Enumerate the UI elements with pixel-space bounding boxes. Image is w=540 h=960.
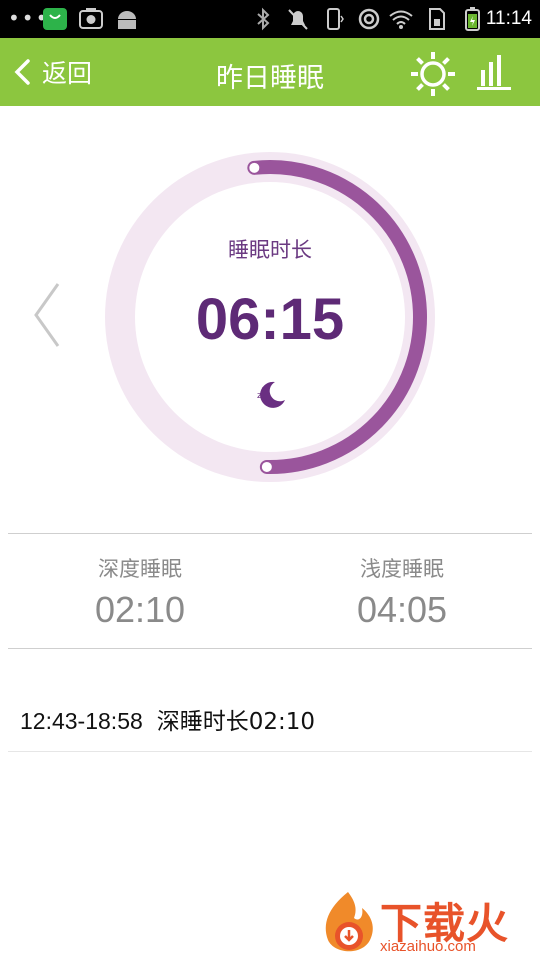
divider (8, 751, 532, 752)
watermark-site: xiazaihuo.com (380, 938, 476, 955)
status-bar: ••• 11:14 (0, 0, 540, 38)
vibrate-icon (322, 7, 348, 31)
arc-start-dot (249, 162, 260, 173)
record-deep-duration: 深睡时长02:10 (156, 709, 316, 735)
divider (8, 648, 532, 649)
sleep-ring: 睡眠时长 06:15 z z (100, 150, 440, 490)
watermark-logo: 下载火 xiazaihuo.com (318, 888, 538, 960)
screenshot-icon (78, 7, 104, 31)
arc-end-dot (261, 461, 272, 472)
battery-charging-icon (460, 7, 486, 31)
sleep-duration-label: 睡眠时长 (228, 238, 312, 262)
header-bar: 返回 昨日睡眠 (0, 38, 540, 106)
previous-day-button[interactable] (30, 280, 62, 350)
status-time: 11:14 (485, 8, 532, 29)
chevron-left-icon (34, 283, 60, 347)
light-sleep-label: 浅度睡眠 (360, 557, 444, 581)
mute-bell-icon (285, 7, 311, 31)
sleep-record-row[interactable]: 12:43-18:58 深睡时长02:10 (20, 702, 315, 736)
wifi-icon (388, 7, 414, 31)
deep-sleep-summary: 深度睡眠 02:10 (10, 535, 270, 631)
sleep-duration-value: 06:15 (195, 287, 345, 352)
flame-logo-icon (325, 892, 373, 952)
light-sleep-summary: 浅度睡眠 04:05 (272, 535, 532, 631)
bluetooth-icon (250, 7, 276, 31)
bar-chart-icon[interactable] (475, 52, 515, 92)
deep-sleep-value: 02:10 (94, 589, 186, 630)
divider (8, 533, 532, 534)
deep-sleep-label: 深度睡眠 (98, 557, 182, 581)
sun-icon[interactable] (410, 51, 456, 97)
light-sleep-value: 04:05 (356, 589, 448, 630)
app-store-icon (42, 7, 68, 31)
page-title: 昨日睡眠 (216, 63, 324, 94)
data-sync-icon (356, 7, 382, 31)
record-time-range: 12:43-18:58 (20, 708, 143, 734)
android-icon (114, 7, 140, 31)
sim-card-icon (424, 7, 450, 31)
svg-text:z: z (262, 385, 266, 393)
moon-sleep-icon: z z (255, 378, 287, 410)
